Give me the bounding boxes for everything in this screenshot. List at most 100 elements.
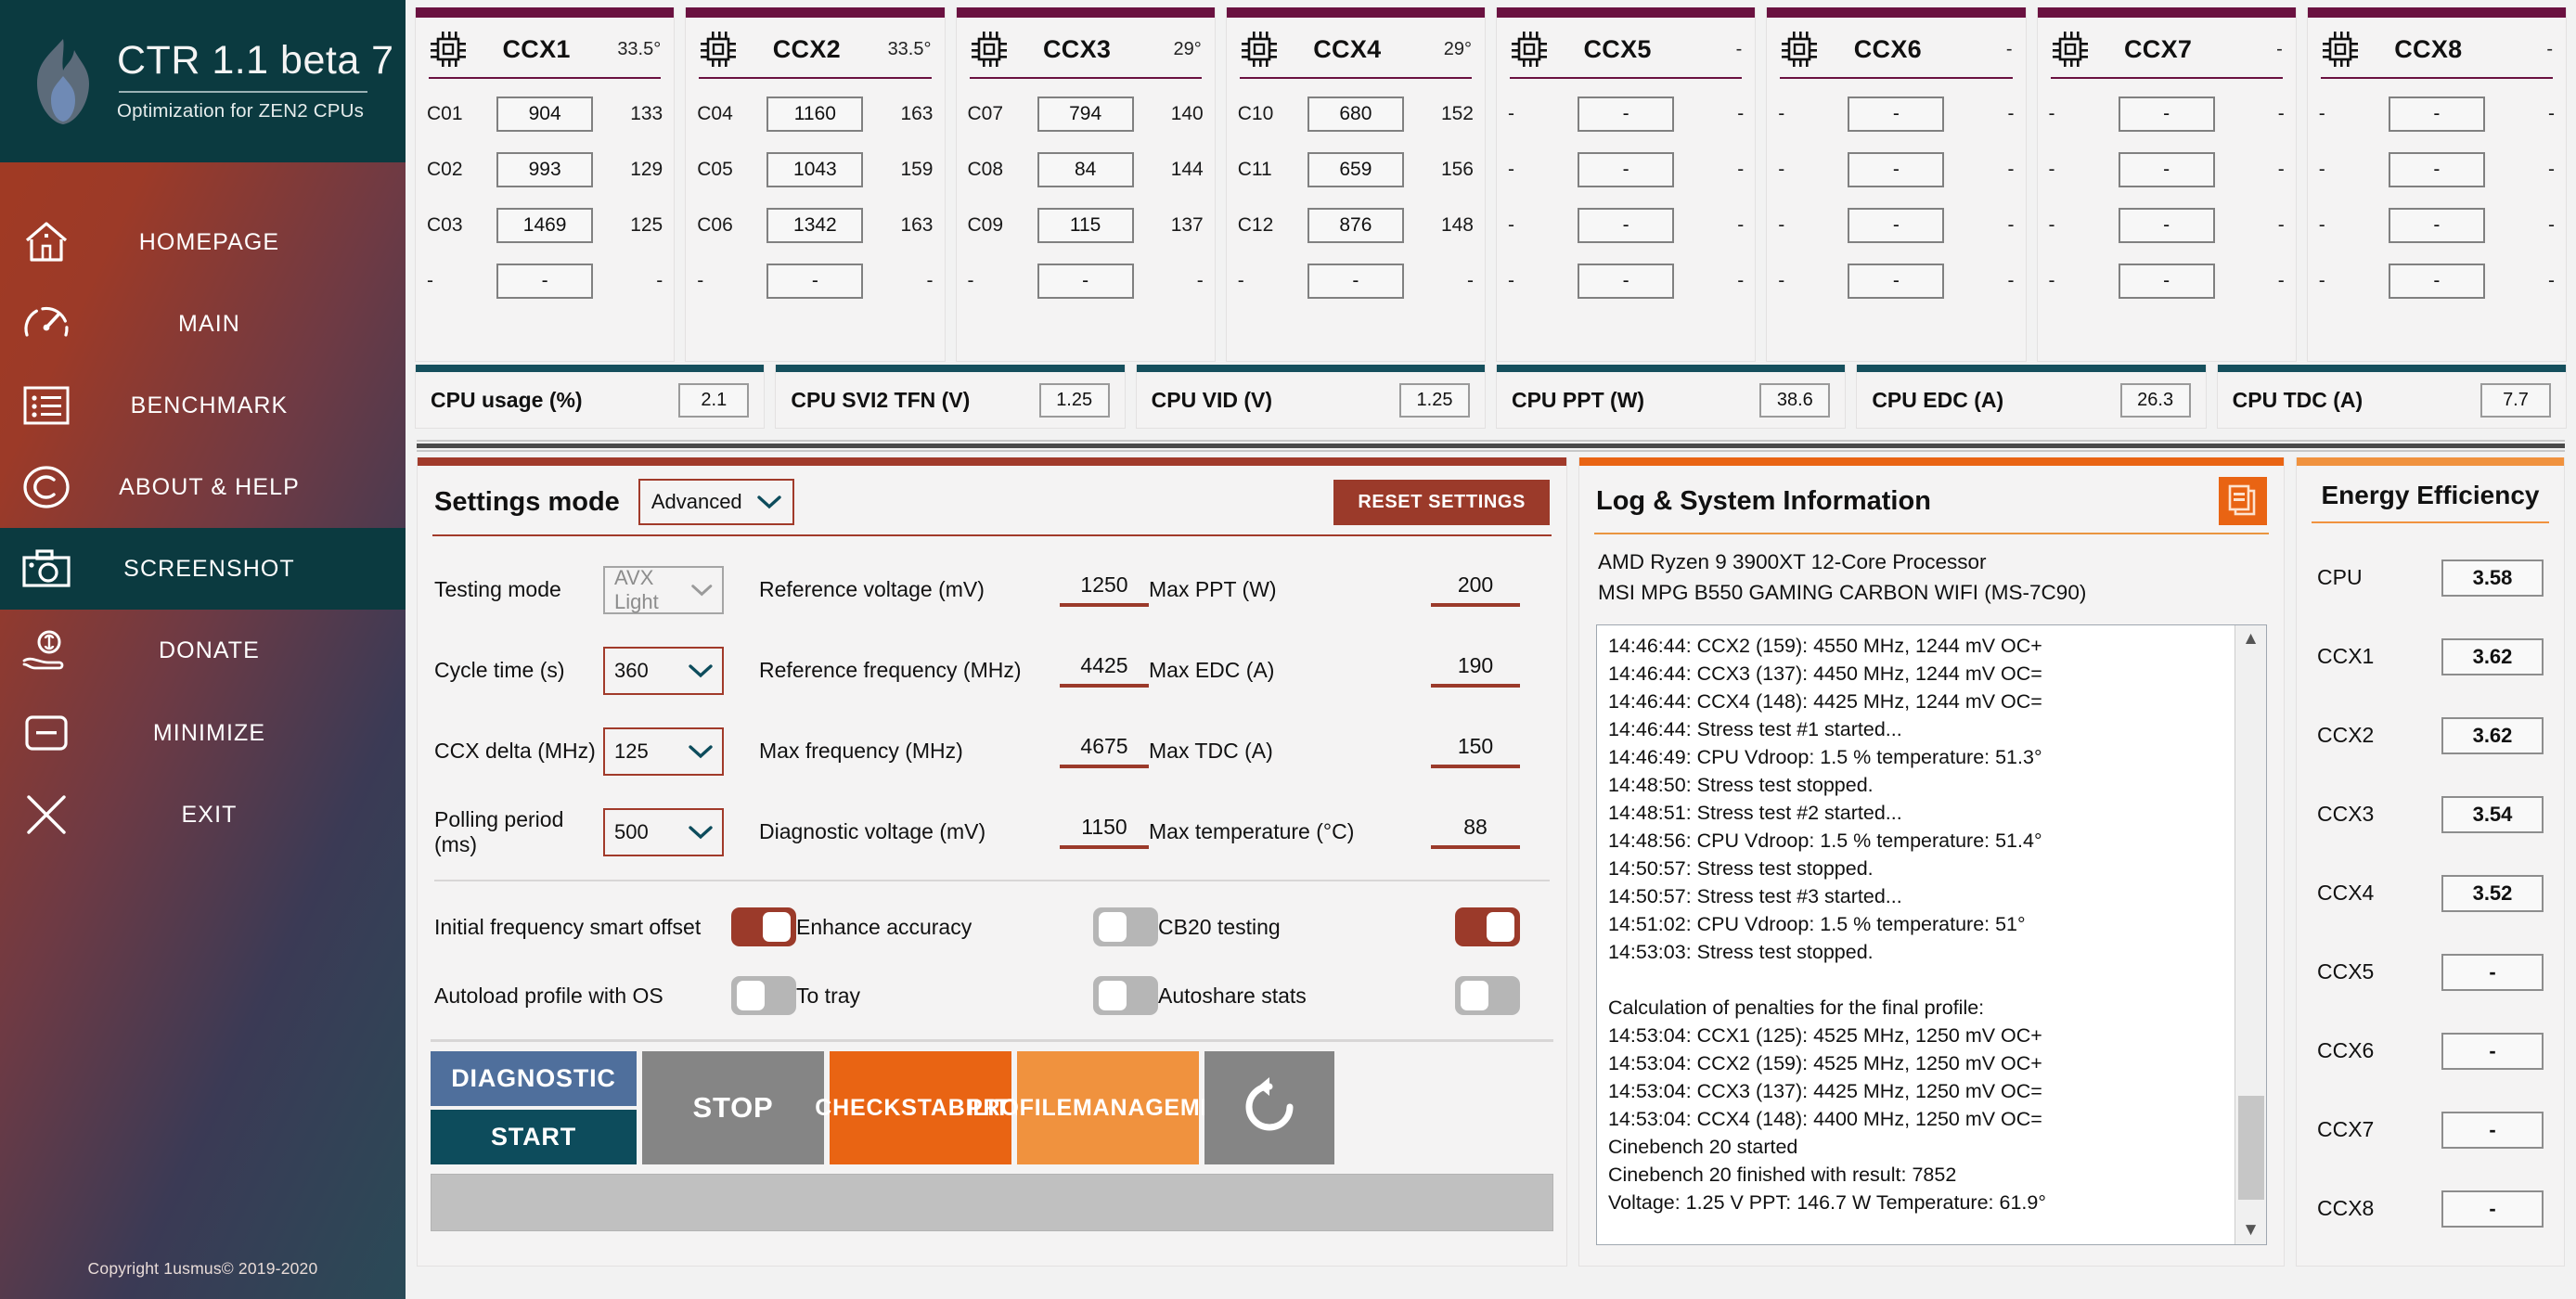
brand-divider xyxy=(119,90,367,93)
log-scrollbar[interactable]: ▲ ▼ xyxy=(2235,625,2266,1244)
core-frequency-field[interactable]: - xyxy=(2118,152,2215,187)
settings-mode-dropdown[interactable]: Advanced xyxy=(638,479,794,525)
app-title: CTR 1.1 beta 7 xyxy=(117,38,394,84)
ccx-core-list: - - - - - - - - - - - - xyxy=(1497,79,1755,361)
core-extra-value: - xyxy=(2277,214,2285,236)
core-frequency-field[interactable]: - xyxy=(2388,208,2485,243)
settings-row-max-edc-a: Max EDC (A) 190 xyxy=(1149,630,1520,711)
refresh-button[interactable] xyxy=(1204,1051,1334,1164)
sidebar-item-about-help[interactable]: ABOUT & HELP xyxy=(0,446,406,528)
core-frequency-field[interactable]: - xyxy=(1037,264,1134,299)
max-frequency-mhz-input[interactable]: 4675 xyxy=(1060,734,1149,768)
core-frequency-field[interactable]: 993 xyxy=(496,152,594,187)
core-frequency-field[interactable]: 84 xyxy=(1037,152,1134,187)
stop-button[interactable]: STOP xyxy=(642,1051,824,1164)
copy-log-button[interactable] xyxy=(2219,477,2267,525)
core-extra-value: - xyxy=(2548,270,2555,291)
autoshare-stats-toggle[interactable] xyxy=(1455,976,1520,1015)
core-frequency-field[interactable]: 1469 xyxy=(496,208,594,243)
field-label: Polling period (ms) xyxy=(434,806,564,856)
core-frequency-field[interactable]: - xyxy=(2118,96,2215,132)
core-extra-value: - xyxy=(2007,270,2015,291)
ccx-accent-bar xyxy=(1497,7,1756,18)
core-frequency-field[interactable]: 794 xyxy=(1037,96,1134,132)
core-frequency-field[interactable]: 1342 xyxy=(766,208,864,243)
diagnostic-button[interactable]: DIAGNOSTIC xyxy=(431,1051,637,1106)
core-frequency-field[interactable]: - xyxy=(1848,96,1945,132)
ccx-accent-bar xyxy=(1767,7,2026,18)
log-line: 14:46:44: CCX3 (137): 4450 MHz, 1244 mV … xyxy=(1608,662,2042,686)
settings-toggles: Initial frequency smart offset Autoload p… xyxy=(418,881,1566,1030)
ccx-core-row: C09 115 137 xyxy=(968,198,1204,253)
scroll-up-arrow-icon[interactable]: ▲ xyxy=(2242,625,2260,653)
core-extra-value: 148 xyxy=(1440,214,1474,236)
diagnostic-voltage-mv-input[interactable]: 1150 xyxy=(1060,815,1149,849)
core-frequency-field[interactable]: - xyxy=(1307,264,1404,299)
core-frequency-field[interactable]: - xyxy=(2118,208,2215,243)
core-frequency-field[interactable]: 1043 xyxy=(766,152,864,187)
ccx-core-row: C04 1160 163 xyxy=(697,86,934,142)
ccx-header: CCX8 - xyxy=(2308,18,2566,77)
core-frequency-field[interactable]: 115 xyxy=(1037,208,1134,243)
reference-voltage-mv-input[interactable]: 1250 xyxy=(1060,572,1149,607)
diagnostic-start-stack: DIAGNOSTIC START xyxy=(431,1051,637,1164)
core-frequency-field[interactable]: - xyxy=(766,264,864,299)
core-frequency-field[interactable]: 1160 xyxy=(766,96,864,132)
sidebar-item-donate[interactable]: DONATE xyxy=(0,610,406,691)
core-frequency-field[interactable]: - xyxy=(2388,96,2485,132)
energy-row-ccx4: CCX4 3.52 xyxy=(2317,854,2544,932)
core-frequency-field[interactable]: - xyxy=(496,264,594,299)
sidebar-item-label: BENCHMARK xyxy=(130,392,289,418)
sidebar-item-benchmark[interactable]: BENCHMARK xyxy=(0,365,406,446)
to-tray-toggle[interactable] xyxy=(1093,976,1158,1015)
ccx-core-row: --- xyxy=(1778,198,2015,253)
core-frequency-field[interactable]: - xyxy=(2388,264,2485,299)
core-frequency-field[interactable]: - xyxy=(2388,152,2485,187)
max-edc-a-input[interactable]: 190 xyxy=(1431,653,1520,688)
core-frequency-field[interactable]: - xyxy=(1578,152,1675,187)
max-ppt-w-input[interactable]: 200 xyxy=(1431,572,1520,607)
max-temperature-c-input[interactable]: 88 xyxy=(1431,815,1520,849)
energy-label: CCX4 xyxy=(2317,881,2375,905)
core-label: - xyxy=(1508,270,1514,291)
sidebar-item-main[interactable]: MAIN xyxy=(0,283,406,365)
core-frequency-field[interactable]: 876 xyxy=(1307,208,1404,243)
core-frequency-field[interactable]: - xyxy=(1848,152,1945,187)
reference-frequency-mhz-input[interactable]: 4425 xyxy=(1060,653,1149,688)
core-frequency-field[interactable]: - xyxy=(1848,264,1945,299)
core-frequency-field[interactable]: 904 xyxy=(496,96,594,132)
reset-settings-button[interactable]: RESET SETTINGS xyxy=(1333,479,1550,525)
core-frequency-field[interactable]: 680 xyxy=(1307,96,1404,132)
scrollbar-thumb[interactable] xyxy=(2238,1096,2264,1200)
scroll-down-arrow-icon[interactable]: ▼ xyxy=(2242,1216,2260,1244)
metric-body: CPU SVI2 TFN (V) 1.25 xyxy=(776,372,1124,428)
profile-management-button[interactable]: PROFILE MANAGEMENT xyxy=(967,1051,1248,1164)
core-frequency-field[interactable]: - xyxy=(1848,208,1945,243)
polling-period-ms-dropdown[interactable]: 500 xyxy=(603,807,724,856)
log-line: 14:46:49: CPU Vdroop: 1.5 % temperature:… xyxy=(1608,746,2042,769)
core-frequency-field[interactable]: 659 xyxy=(1307,152,1404,187)
sidebar-item-minimize[interactable]: MINIMIZE xyxy=(0,692,406,774)
core-frequency-field[interactable]: - xyxy=(2118,264,2215,299)
toggle-knob xyxy=(1099,981,1127,1010)
log-textbox[interactable]: 14:46:44: CCX2 (159): 4550 MHz, 1244 mV … xyxy=(1596,624,2267,1245)
ccx-accent-bar xyxy=(2307,7,2566,18)
initial-frequency-smart-offset-toggle[interactable] xyxy=(731,907,796,946)
donate-hand-icon xyxy=(0,627,93,674)
start-button[interactable]: START xyxy=(431,1110,637,1164)
sidebar-item-screenshot[interactable]: SCREENSHOT xyxy=(0,528,406,610)
cb20-testing-toggle[interactable] xyxy=(1455,907,1520,946)
enhance-accuracy-toggle[interactable] xyxy=(1093,907,1158,946)
core-extra-value: - xyxy=(2277,159,2285,180)
sidebar-item-exit[interactable]: EXIT xyxy=(0,774,406,855)
core-frequency-field[interactable]: - xyxy=(1578,208,1675,243)
sidebar-item-homepage[interactable]: HOMEPAGE xyxy=(0,201,406,283)
core-frequency-field[interactable]: - xyxy=(1578,264,1675,299)
core-frequency-field[interactable]: - xyxy=(1578,96,1675,132)
autoload-profile-with-os-toggle[interactable] xyxy=(731,976,796,1015)
ccx-delta-mhz-dropdown[interactable]: 125 xyxy=(603,727,724,776)
core-label: C12 xyxy=(1237,214,1274,236)
max-tdc-a-input[interactable]: 150 xyxy=(1431,734,1520,768)
cycle-time-s-dropdown[interactable]: 360 xyxy=(603,646,724,695)
ccx-accent-bar xyxy=(2037,7,2296,18)
